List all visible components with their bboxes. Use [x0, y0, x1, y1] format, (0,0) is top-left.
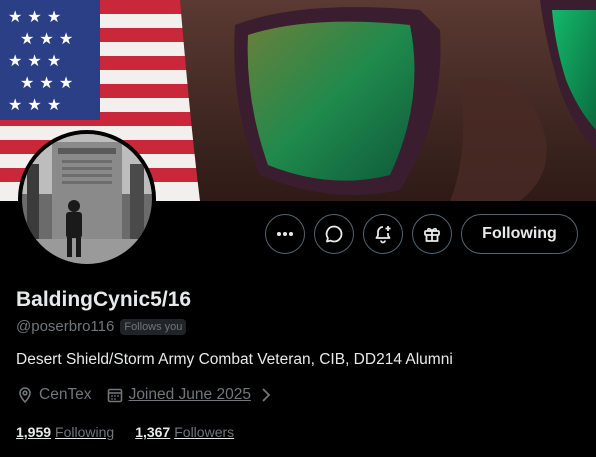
avatar[interactable] [18, 130, 156, 268]
handle: @poserbro116 [16, 318, 115, 335]
joined-date-link[interactable]: Joined June 2025 [129, 386, 251, 404]
profile-meta: CenTex Joined June 2025 [16, 386, 286, 404]
following-button[interactable]: Following [461, 214, 578, 254]
location-text: CenTex [39, 386, 92, 403]
more-button[interactable] [265, 214, 305, 254]
chevron-right-icon [260, 387, 272, 403]
followers-stat-link[interactable]: 1,367 Followers [135, 424, 234, 440]
handle-row: @poserbro116 Follows you [16, 318, 187, 335]
followers-label: Followers [174, 424, 235, 440]
svg-text:★ ★ ★: ★ ★ ★ [20, 73, 73, 92]
notification-add-icon [373, 224, 393, 244]
message-button[interactable] [314, 214, 354, 254]
display-name: BaldingCynic5/16 [16, 288, 192, 311]
svg-text:★ ★ ★: ★ ★ ★ [8, 7, 61, 26]
following-stat-link[interactable]: 1,959 Following [16, 424, 114, 440]
calendar-icon [106, 386, 124, 404]
svg-text:★ ★ ★: ★ ★ ★ [20, 29, 73, 48]
following-count: 1,959 [16, 424, 52, 440]
follows-you-badge: Follows you [120, 318, 187, 335]
message-icon [324, 224, 344, 244]
notifications-button[interactable] [363, 214, 403, 254]
more-icon [275, 224, 295, 244]
location-item: CenTex [16, 386, 92, 404]
gift-button[interactable] [412, 214, 452, 254]
followed-by-avatars [16, 452, 76, 457]
gift-icon [422, 224, 442, 244]
location-pin-icon [16, 386, 34, 404]
svg-text:★ ★ ★: ★ ★ ★ [8, 95, 61, 114]
follow-stats: 1,959 Following 1,367 Followers [16, 424, 255, 440]
svg-text:★ ★ ★: ★ ★ ★ [8, 51, 61, 70]
followers-count: 1,367 [135, 424, 171, 440]
joined-item[interactable]: Joined June 2025 [106, 386, 272, 404]
bio: Desert Shield/Storm Army Combat Veteran,… [16, 351, 453, 368]
following-label: Following [55, 424, 115, 440]
